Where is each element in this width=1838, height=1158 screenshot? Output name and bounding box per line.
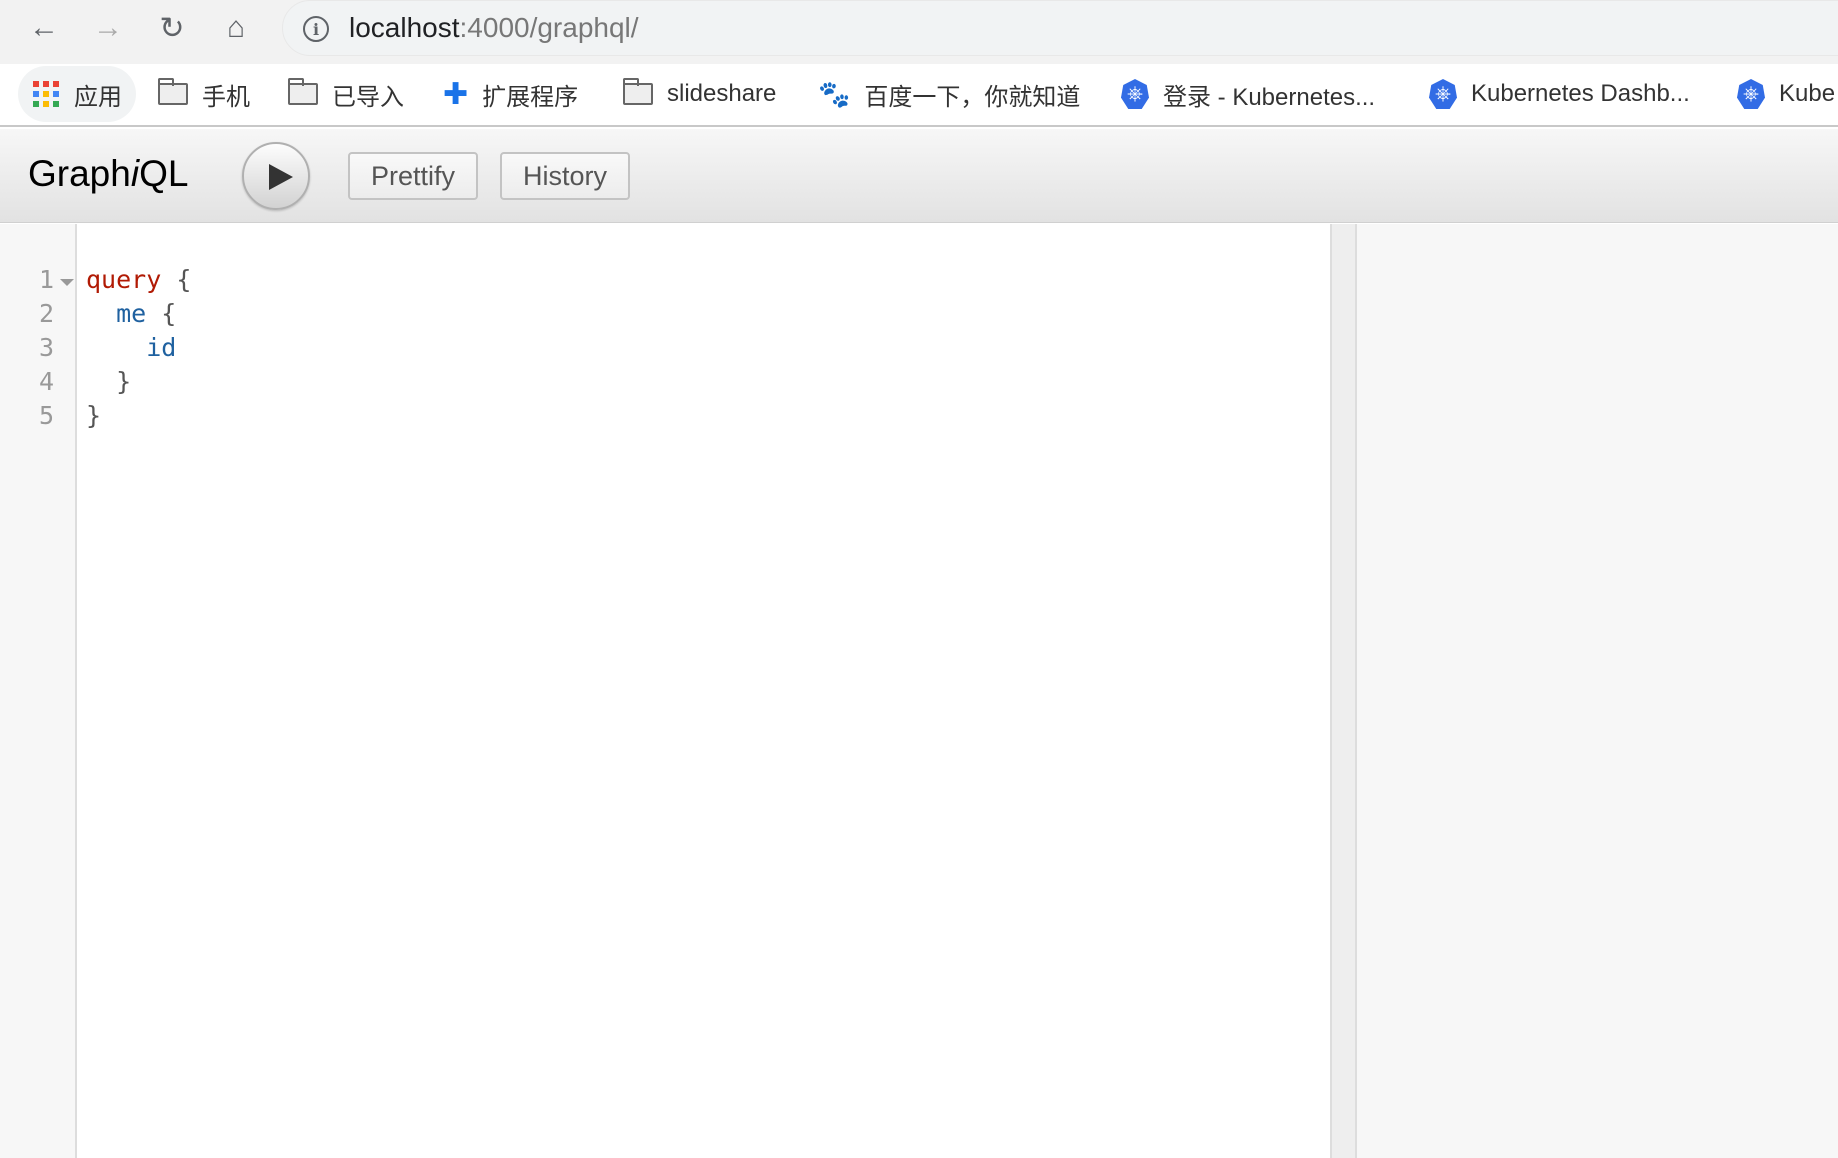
bookmark-kubernetes[interactable]: ⎈ Kube: [1737, 64, 1835, 124]
url-path: :4000/graphql/: [459, 12, 639, 43]
folder-icon: [158, 78, 188, 105]
history-button[interactable]: History: [500, 152, 631, 200]
bookmark-apps[interactable]: 应用: [18, 66, 136, 122]
bookmark-folder-phone[interactable]: 手机: [158, 64, 250, 124]
graphiql-logo: GraphiQL: [28, 153, 189, 194]
bookmark-label: 应用: [74, 83, 122, 111]
kubernetes-icon: ⎈: [1121, 79, 1149, 109]
bookmark-extensions[interactable]: ✚ 扩展程序: [443, 64, 578, 124]
code-line: }: [116, 367, 132, 396]
bookmark-kubernetes-login[interactable]: ⎈ 登录 - Kubernetes...: [1121, 64, 1375, 124]
bookmark-label: Kubernetes Dashb...: [1471, 80, 1690, 107]
bookmark-baidu[interactable]: 🐾 百度一下，你就知道: [818, 64, 1080, 124]
address-bar[interactable]: i localhost:4000/graphql/: [282, 0, 1838, 56]
graphiql-toolbar: GraphiQL Prettify History: [0, 129, 1838, 223]
bookmark-folder-slideshare[interactable]: slideshare: [623, 64, 776, 124]
folder-icon: [288, 78, 318, 105]
bookmark-label: 已导入: [332, 83, 404, 111]
line-number: 5: [38, 401, 54, 430]
bookmark-label: Kube: [1779, 80, 1836, 107]
result-pane: [1357, 224, 1838, 1158]
kubernetes-icon: ⎈: [1737, 79, 1765, 109]
line-number: 4: [38, 367, 54, 396]
bookmark-kubernetes-dashboard[interactable]: ⎈ Kubernetes Dashb...: [1429, 64, 1690, 124]
code-line: id: [146, 333, 177, 362]
line-number: 3: [38, 333, 54, 362]
bookmarks-bar: 应用 手机 已导入 ✚ 扩展程序 slideshare 🐾 百度一下，你就知道 ⎈ 登…: [0, 64, 1838, 127]
home-icon[interactable]: ⌂: [218, 10, 254, 46]
query-editor[interactable]: 1 2 3 4 5 query { me { id } }: [0, 224, 1330, 1158]
execute-query-button[interactable]: [242, 142, 310, 210]
prettify-button[interactable]: Prettify: [348, 152, 479, 200]
bookmark-label: slideshare: [667, 80, 777, 107]
bookmark-label: 手机: [202, 83, 250, 111]
bookmark-label: 扩展程序: [482, 83, 579, 111]
apps-grid-icon: [32, 80, 60, 108]
url-host: localhost: [349, 12, 460, 43]
reload-icon[interactable]: ↻: [154, 10, 190, 46]
pane-resize-handle[interactable]: [1330, 224, 1357, 1158]
code-line: me {: [116, 299, 177, 328]
forward-icon[interactable]: →: [90, 10, 126, 46]
back-icon[interactable]: ←: [26, 10, 62, 46]
kubernetes-icon: ⎈: [1429, 79, 1457, 109]
baidu-paw-icon: 🐾: [818, 78, 851, 109]
line-number: 1: [38, 265, 54, 294]
line-number: 2: [38, 299, 54, 328]
puzzle-icon: ✚: [443, 77, 469, 111]
url-text[interactable]: localhost:4000/graphql/: [349, 12, 639, 44]
line-gutter: 1 2 3 4 5: [0, 224, 77, 1158]
bookmark-label: 百度一下，你就知道: [864, 83, 1081, 111]
info-icon[interactable]: i: [303, 16, 329, 42]
bookmark-label: 登录 - Kubernetes...: [1163, 83, 1376, 111]
browser-toolbar: ← → ↻ ⌂ i localhost:4000/graphql/: [0, 0, 1838, 64]
fold-arrow-icon[interactable]: [60, 279, 74, 286]
code-line: }: [86, 401, 102, 430]
code-line: query {: [86, 265, 192, 294]
bookmark-folder-imported[interactable]: 已导入: [288, 64, 404, 124]
folder-icon: [623, 78, 653, 105]
